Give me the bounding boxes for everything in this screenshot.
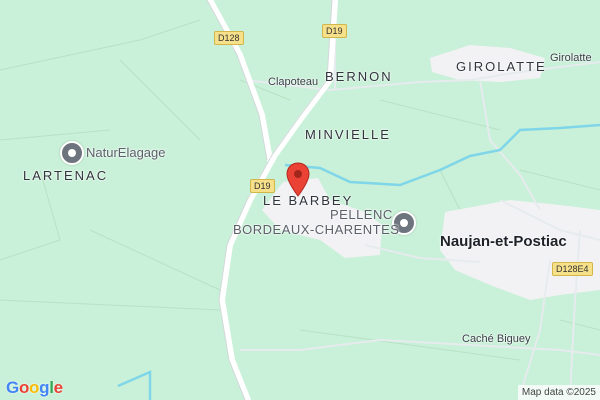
place-label-girolatte: GIROLATTE [456,59,547,74]
place-label-bernon: BERNON [325,69,393,84]
street-label-clapoteau: Clapoteau [268,76,319,88]
logo-letter: G [6,378,19,397]
place-label-lartenac: LARTENAC [23,168,109,183]
logo-letter: e [53,378,63,397]
poi-label-bordeaux-charentes[interactable]: BORDEAUX-CHARENTES [233,222,399,237]
street-label-cache-biguey: Caché Biguey [462,333,531,345]
road-shield-d19-top: D19 [322,24,347,38]
place-icon[interactable] [60,141,84,165]
poi-label-pellenc[interactable]: PELLENC [330,207,393,222]
place-label-minvielle: MINVIELLE [305,127,391,142]
logo-letter: o [18,378,30,397]
road-shield-d128: D128 [214,31,244,45]
place-label-naujan-et-postiac[interactable]: Naujan-et-Postiac [440,233,567,250]
logo-letter: g [39,378,50,397]
street-label-girolatte: Girolatte [550,52,592,64]
road-shield-d128e4: D128E4 [552,262,593,276]
road-shield-d19-mid: D19 [250,179,275,193]
map-view[interactable]: D128 D19 D19 D128E4 BERNON GIROLATTE MIN… [0,0,600,400]
logo-letter: o [29,378,40,397]
google-logo: Google [6,378,63,398]
poi-label-naturelagage[interactable]: NaturElagage [86,145,166,160]
location-pin-icon[interactable] [286,162,310,198]
map-attribution[interactable]: Map data ©2025 [517,385,600,400]
